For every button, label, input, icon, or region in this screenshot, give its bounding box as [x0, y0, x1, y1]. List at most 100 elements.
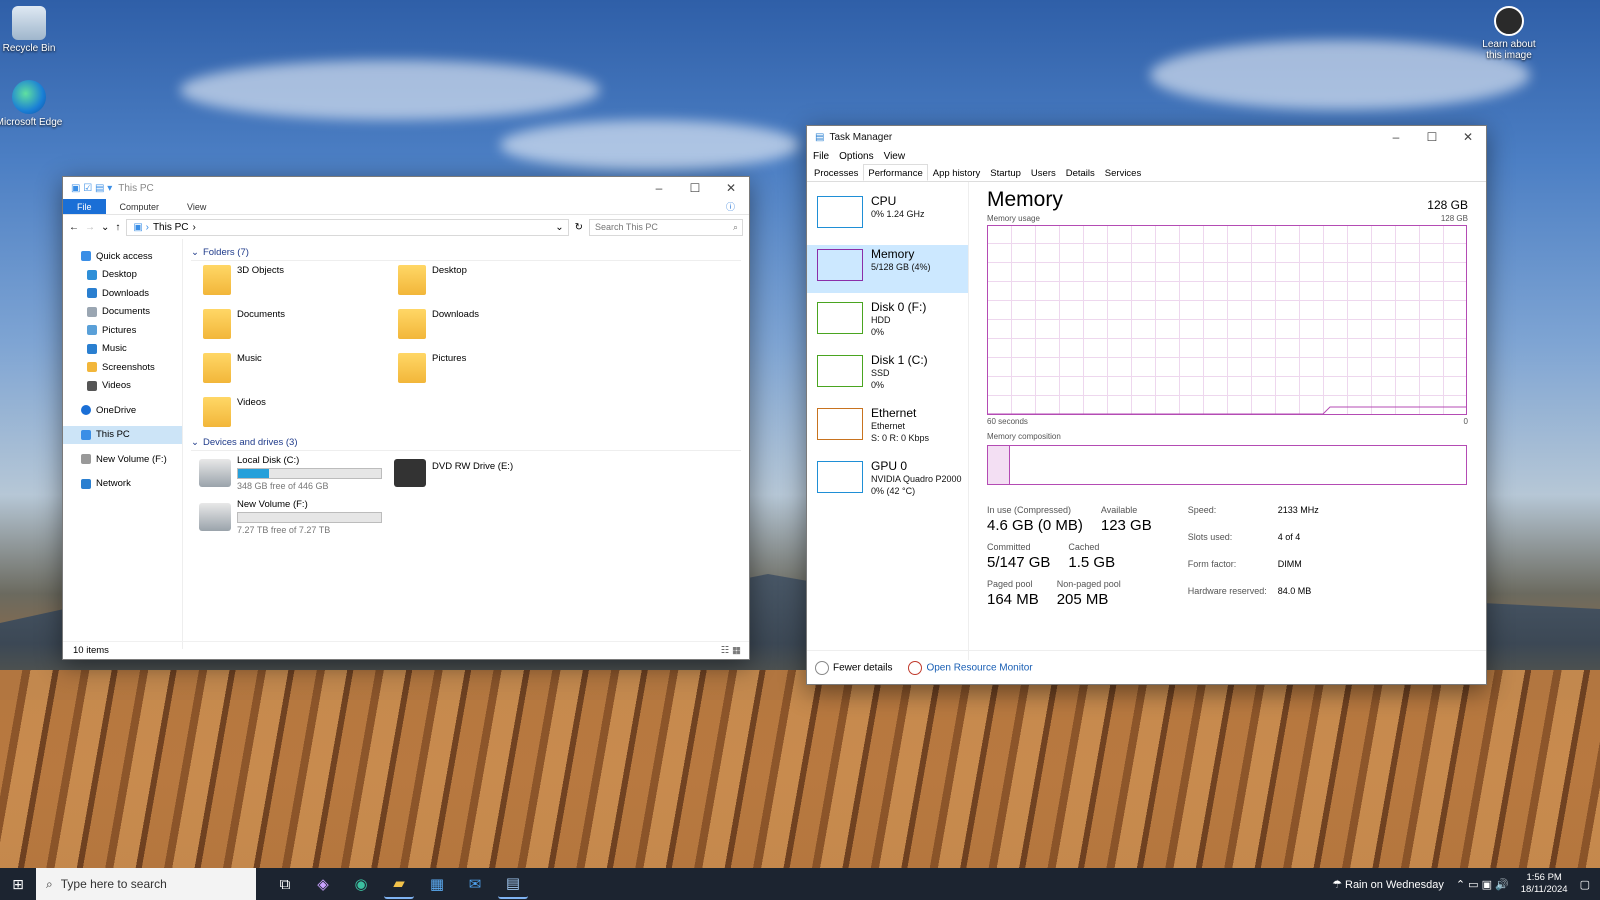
- hard-drive-icon: [199, 503, 231, 531]
- back-icon[interactable]: ←: [69, 222, 79, 233]
- nav-desktop[interactable]: Desktop: [63, 266, 182, 285]
- folder-item[interactable]: Documents: [203, 309, 398, 343]
- close-button[interactable]: ✕: [1450, 126, 1486, 148]
- taskbar-apps: ⧉ ◈ ◉ ▰ ▦ ✉ ▤: [270, 869, 528, 899]
- clock[interactable]: 1:56 PM 18/11/2024: [1521, 872, 1568, 896]
- open-resource-monitor-link[interactable]: Open Resource Monitor: [908, 660, 1033, 675]
- folder-icon: [87, 362, 97, 373]
- pc-icon: [81, 429, 91, 440]
- folder-item[interactable]: Desktop: [398, 265, 593, 299]
- stat-committed: Committed 5/147 GB: [987, 542, 1051, 571]
- stat-paged-pool: Paged pool 164 MB: [987, 579, 1039, 608]
- nav-music[interactable]: Music: [63, 340, 182, 359]
- side-item-gpu0[interactable]: GPU 0 NVIDIA Quadro P2000 0% (42 °C): [807, 457, 968, 505]
- side-item-disk1[interactable]: Disk 1 (C:) SSD 0%: [807, 351, 968, 399]
- explorer-titlebar[interactable]: ▣ ☑ ▤ ▾ This PC – ☐ ✕: [63, 177, 749, 199]
- taskbar-search[interactable]: ⌕ Type here to search: [36, 868, 256, 900]
- side-item-memory[interactable]: Memory 5/128 GB (4%): [807, 245, 968, 293]
- folder-item[interactable]: Music: [203, 353, 398, 387]
- taskmgr-titlebar[interactable]: ▤ Task Manager – ☐ ✕: [807, 126, 1486, 148]
- desktop-icon: [87, 269, 97, 280]
- rain-cloud-icon: ☂: [1332, 878, 1342, 891]
- address-bar[interactable]: ▣ › This PC › ⌄: [126, 218, 569, 236]
- nav-this-pc[interactable]: This PC: [63, 425, 182, 444]
- folder-pictures-icon: [398, 353, 426, 383]
- copilot-icon[interactable]: ◈: [308, 869, 338, 899]
- folders-header[interactable]: ⌄ Folders (7): [191, 245, 741, 261]
- recycle-bin-icon[interactable]: Recycle Bin: [0, 6, 64, 54]
- folder-item[interactable]: Videos: [203, 397, 398, 431]
- notifications-icon[interactable]: ▢: [1580, 878, 1590, 891]
- file-explorer-icon[interactable]: ▰: [384, 869, 414, 899]
- document-icon: [87, 306, 97, 317]
- folder-item[interactable]: Downloads: [398, 309, 593, 343]
- up-icon[interactable]: ↑: [115, 222, 120, 233]
- minimize-button[interactable]: –: [641, 177, 677, 199]
- view-toggle-icon[interactable]: ☷ ▦: [721, 642, 741, 659]
- side-item-disk0[interactable]: Disk 0 (F:) HDD 0%: [807, 298, 968, 346]
- menu-file[interactable]: File: [813, 151, 829, 162]
- gpu0-thumbnail: [817, 461, 863, 493]
- edge-icon[interactable]: ◉: [346, 869, 376, 899]
- tab-startup[interactable]: Startup: [985, 164, 1026, 181]
- tab-app-history[interactable]: App history: [928, 164, 986, 181]
- menu-view[interactable]: View: [884, 151, 906, 162]
- tab-performance[interactable]: Performance: [863, 164, 928, 181]
- resource-sidebar: CPU 0% 1.24 GHz Memory 5/128 GB (4%) Disk …: [807, 182, 969, 660]
- chevron-down-icon: ⌄: [191, 247, 199, 258]
- recent-icon[interactable]: ⌄: [101, 222, 109, 233]
- store-icon[interactable]: ▦: [422, 869, 452, 899]
- task-manager-icon[interactable]: ▤: [498, 869, 528, 899]
- stat-available: Available 123 GB: [1100, 505, 1152, 534]
- edge-icon[interactable]: Microsoft Edge: [0, 80, 64, 128]
- nav-screenshots[interactable]: Screenshots: [63, 358, 182, 377]
- tab-processes[interactable]: Processes: [809, 164, 863, 181]
- maximize-button[interactable]: ☐: [1414, 126, 1450, 148]
- side-item-cpu[interactable]: CPU 0% 1.24 GHz: [807, 192, 968, 240]
- side-item-ethernet[interactable]: Ethernet Ethernet S: 0 R: 0 Kbps: [807, 404, 968, 452]
- close-button[interactable]: ✕: [713, 177, 749, 199]
- stat-nonpaged-pool: Non-paged pool 205 MB: [1056, 579, 1121, 608]
- star-icon: [81, 251, 91, 262]
- status-bar: 10 items ☷ ▦: [63, 641, 749, 659]
- help-icon[interactable]: ⓘ: [712, 199, 749, 214]
- folder-item[interactable]: 3D Objects: [203, 265, 398, 299]
- tab-file[interactable]: File: [63, 199, 106, 214]
- drives-header[interactable]: ⌄ Devices and drives (3): [191, 435, 741, 451]
- tab-users[interactable]: Users: [1026, 164, 1061, 181]
- maximize-button[interactable]: ☐: [677, 177, 713, 199]
- performance-panel: Memory 128 GB Memory usage 128 GB 60 seco…: [987, 188, 1468, 608]
- nav-downloads[interactable]: Downloads: [63, 284, 182, 303]
- mail-icon[interactable]: ✉: [460, 869, 490, 899]
- nav-onedrive[interactable]: OneDrive: [63, 401, 182, 420]
- disk1-thumbnail: [817, 355, 863, 387]
- minimize-button[interactable]: –: [1378, 126, 1414, 148]
- learn-about-image-icon[interactable]: Learn about this image: [1474, 6, 1544, 61]
- tab-services[interactable]: Services: [1100, 164, 1146, 181]
- folder-item[interactable]: Pictures: [398, 353, 593, 387]
- dropdown-icon[interactable]: ⌄: [555, 222, 567, 233]
- tray-icons[interactable]: ⌃ ▭ ▣ 🔊: [1456, 878, 1509, 891]
- menu-options[interactable]: Options: [839, 151, 873, 162]
- drive-item[interactable]: Local Disk (C:) 348 GB free of 446 GB: [199, 455, 386, 499]
- nav-documents[interactable]: Documents: [63, 303, 182, 322]
- tab-computer[interactable]: Computer: [106, 199, 174, 214]
- memory-composition-bar[interactable]: [987, 445, 1467, 485]
- search-input[interactable]: Search This PC ⌕: [589, 218, 743, 236]
- fewer-details-button[interactable]: Fewer details: [815, 660, 892, 675]
- nav-videos[interactable]: Videos: [63, 377, 182, 396]
- drive-item[interactable]: New Volume (F:) 7.27 TB free of 7.27 TB: [199, 499, 386, 543]
- nav-new-volume[interactable]: New Volume (F:): [63, 450, 182, 469]
- tab-view[interactable]: View: [173, 199, 220, 214]
- start-button[interactable]: ⊞: [0, 868, 36, 900]
- nav-quick-access[interactable]: Quick access: [63, 247, 182, 266]
- nav-pictures[interactable]: Pictures: [63, 321, 182, 340]
- task-view-icon[interactable]: ⧉: [270, 869, 300, 899]
- nav-network[interactable]: Network: [63, 475, 182, 494]
- drive-item[interactable]: DVD RW Drive (E:): [394, 455, 513, 499]
- taskmgr-footer: Fewer details Open Resource Monitor: [807, 650, 1486, 684]
- forward-icon[interactable]: →: [85, 222, 95, 233]
- weather-widget[interactable]: ☂ Rain on Wednesday: [1332, 878, 1444, 891]
- refresh-icon[interactable]: ↻: [575, 222, 583, 233]
- tab-details[interactable]: Details: [1061, 164, 1100, 181]
